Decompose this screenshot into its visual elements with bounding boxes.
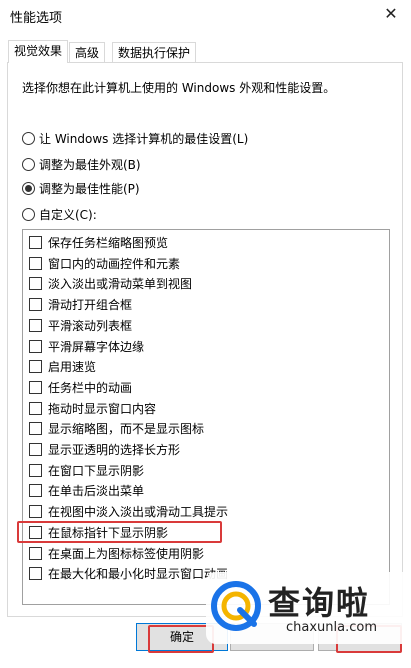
effect-option[interactable]: 显示缩略图，而不是显示图标 (29, 420, 204, 439)
option-label: 拖动时显示窗口内容 (48, 401, 157, 416)
watermark-cn: 查询啦 (268, 584, 371, 622)
effect-option[interactable]: 淡入淡出或滑动菜单到视图 (29, 275, 192, 294)
checkbox[interactable] (29, 463, 42, 477)
effect-option[interactable]: 显示亚透明的选择长方形 (29, 441, 180, 460)
checkbox[interactable] (29, 298, 42, 312)
checkbox[interactable] (29, 339, 42, 353)
highlight-box-ok (148, 625, 214, 653)
checkbox[interactable] (29, 505, 42, 519)
radio-button-selected[interactable] (22, 182, 35, 195)
option-label: 在窗口下显示阴影 (48, 463, 145, 478)
effect-option[interactable]: 在单击后淡出菜单 (29, 482, 144, 501)
search-logo-icon (211, 581, 261, 631)
radio-label: 调整为最佳外观(B) (39, 158, 141, 172)
radio-let-windows-choose[interactable]: 让 Windows 选择计算机的最佳设置(L) (22, 131, 248, 147)
window-title: 性能选项 (10, 11, 63, 26)
radio-button[interactable] (22, 132, 35, 145)
option-label: 淡入淡出或滑动菜单到视图 (48, 277, 193, 292)
checkbox[interactable] (29, 360, 42, 374)
checkbox[interactable] (29, 546, 42, 560)
tab-bar: 视觉效果 高级 数据执行保护 (0, 40, 411, 63)
option-label: 在桌面上为图标标签使用阴影 (48, 546, 205, 561)
effect-option[interactable]: 平滑滚动列表框 (29, 317, 132, 336)
effect-option[interactable]: 在最大化和最小化时显示窗口动画 (29, 565, 228, 584)
close-icon[interactable]: ✕ (380, 3, 402, 25)
effect-option[interactable]: 拖动时显示窗口内容 (29, 400, 156, 419)
option-label: 保存任务栏缩略图预览 (48, 236, 169, 250)
radio-label: 让 Windows 选择计算机的最佳设置(L) (39, 132, 249, 146)
radio-button[interactable] (22, 158, 35, 171)
watermark: 查询啦 chaxunla.com (206, 572, 411, 644)
checkbox[interactable] (29, 318, 42, 332)
radio-label: 调整为最佳性能(P) (39, 182, 140, 196)
checkbox[interactable] (29, 443, 42, 456)
effect-option[interactable]: 在窗口下显示阴影 (29, 462, 144, 481)
checkbox[interactable] (29, 484, 42, 498)
effect-option[interactable]: 平滑屏幕字体边缘 (29, 338, 144, 357)
radio-custom[interactable]: 自定义(C): (22, 207, 97, 223)
checkbox[interactable] (29, 256, 42, 270)
checkbox[interactable] (29, 380, 42, 394)
tab-advanced[interactable]: 高级 (69, 42, 106, 62)
option-label: 在视图中淡入淡出或滑动工具提示 (48, 505, 229, 520)
option-label: 启用速览 (48, 360, 97, 375)
checkbox[interactable] (29, 422, 42, 436)
radio-best-appearance[interactable]: 调整为最佳外观(B) (22, 157, 141, 173)
effect-option[interactable]: 在视图中淡入淡出或滑动工具提示 (29, 503, 228, 522)
option-label: 在单击后淡出菜单 (48, 484, 145, 499)
effect-option[interactable]: 滑动打开组合框 (29, 296, 132, 315)
watermark-en: chaxunla.com (286, 620, 377, 635)
option-label: 平滑屏幕字体边缘 (48, 339, 145, 354)
effects-listbox[interactable]: 保存任务栏缩略图预览 窗口内的动画控件和元素 淡入淡出或滑动菜单到视图 滑动打开组合框… (22, 229, 390, 605)
option-label: 平滑滚动列表框 (48, 318, 133, 333)
radio-label: 自定义(C): (39, 208, 97, 222)
tab-dep[interactable]: 数据执行保护 (112, 42, 197, 62)
tab-visual-effects[interactable]: 视觉效果 (8, 40, 69, 63)
checkbox[interactable] (29, 236, 42, 249)
checkbox[interactable] (29, 401, 42, 415)
checkbox[interactable] (29, 567, 42, 581)
radio-button[interactable] (22, 208, 35, 221)
option-label: 窗口内的动画控件和元素 (48, 256, 181, 271)
title-bar: 性能选项 ✕ (0, 0, 411, 30)
effect-option[interactable]: 启用速览 (29, 358, 96, 377)
effect-option[interactable]: 任务栏中的动画 (29, 379, 132, 398)
effect-option[interactable]: 保存任务栏缩略图预览 (29, 234, 168, 253)
highlight-box-icon-label-shadow (17, 521, 222, 543)
description-text: 选择你想在此计算机上使用的 Windows 外观和性能设置。 (22, 81, 336, 95)
option-label: 滑动打开组合框 (48, 298, 133, 313)
option-label: 显示缩略图，而不是显示图标 (48, 422, 205, 437)
effect-option[interactable]: 在桌面上为图标标签使用阴影 (29, 545, 204, 564)
radio-best-performance[interactable]: 调整为最佳性能(P) (22, 181, 140, 197)
option-label: 显示亚透明的选择长方形 (48, 443, 181, 457)
effect-option[interactable]: 窗口内的动画控件和元素 (29, 255, 180, 274)
option-label: 任务栏中的动画 (48, 380, 133, 395)
option-label: 在最大化和最小化时显示窗口动画 (48, 567, 229, 582)
checkbox[interactable] (29, 277, 42, 291)
